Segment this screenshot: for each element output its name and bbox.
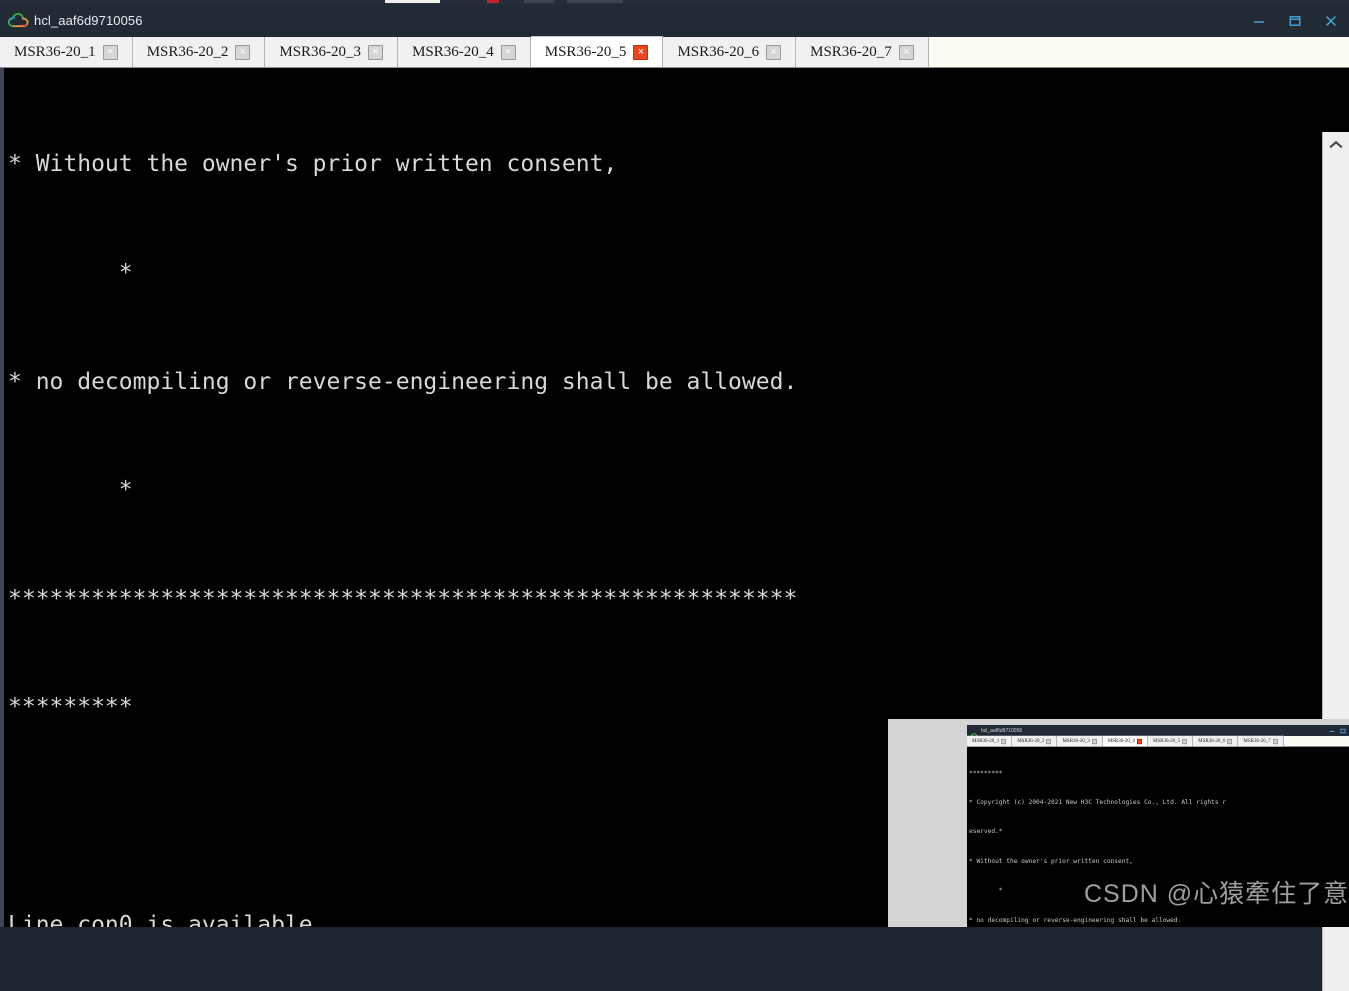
inset-tab-close-icon[interactable] xyxy=(1227,738,1233,744)
tab-msr36-20-1[interactable]: MSR36-20_1 × xyxy=(0,37,133,67)
terminal-line: * no decompiling or reverse-engineering … xyxy=(8,368,798,395)
tab-label: MSR36-20_7 xyxy=(810,43,892,60)
terminal-line: * xyxy=(8,477,133,504)
inset-console-output[interactable]: ********* * Copyright (c) 2004-2021 New … xyxy=(967,747,1349,927)
window-title: hcl_aaf6d9710056 xyxy=(34,13,143,28)
inset-tab-label: MSR36-20_7 xyxy=(1243,738,1271,744)
sliver-white-block xyxy=(385,0,440,3)
inset-title-bar[interactable]: hcl_aaf6d9710056 xyxy=(967,725,1349,740)
maximize-button[interactable] xyxy=(1277,4,1313,37)
top-edge-sliver xyxy=(0,0,1349,4)
inset-preview-window[interactable]: hcl_aaf6d9710056 MSR36-20_1 MSR36-20_2 M… xyxy=(888,719,1349,927)
tab-close-icon[interactable]: × xyxy=(766,44,782,60)
tab-label: MSR36-20_6 xyxy=(677,43,760,60)
inset-terminal-line: eserved.* xyxy=(969,828,1003,836)
inset-tab-close-icon[interactable] xyxy=(1136,738,1142,744)
inset-tab-6[interactable]: MSR36-20_6 xyxy=(1193,735,1239,747)
restore-icon xyxy=(1340,728,1346,733)
inset-tab-4[interactable]: MSR36-20_4 xyxy=(1102,735,1148,747)
terminal-line: * Without the owner's prior written cons… xyxy=(8,151,618,178)
close-icon xyxy=(1326,15,1336,26)
tab-close-icon[interactable]: × xyxy=(368,44,384,60)
tab-close-icon[interactable]: × xyxy=(898,44,914,60)
tab-msr36-20-7[interactable]: MSR36-20_7 × xyxy=(796,37,929,67)
tab-close-icon[interactable]: × xyxy=(633,44,649,60)
inset-tab-label: MSR36-20_6 xyxy=(1198,738,1226,744)
tab-msr36-20-3[interactable]: MSR36-20_3 × xyxy=(265,37,399,67)
minimize-icon xyxy=(1254,20,1264,23)
chevron-up-icon xyxy=(1329,140,1343,148)
title-bar[interactable]: hcl_aaf6d9710056 xyxy=(0,4,1349,37)
inset-tab-label: MSR36-20_3 xyxy=(1062,738,1090,744)
inset-tab-label: MSR36-20_5 xyxy=(1152,738,1181,744)
cloud-icon xyxy=(7,13,29,28)
minimize-button[interactable] xyxy=(1241,4,1277,37)
inset-tab-3[interactable]: MSR36-20_3 xyxy=(1057,735,1103,747)
inset-hcl-window: hcl_aaf6d9710056 MSR36-20_1 MSR36-20_2 M… xyxy=(967,725,1349,927)
inset-tab-label: MSR36-20_4 xyxy=(1107,738,1135,744)
tab-strip: MSR36-20_1 × MSR36-20_2 × MSR36-20_3 × M… xyxy=(0,36,1349,68)
inset-terminal-line: * Without the owner's prior written cons… xyxy=(969,857,1133,865)
tab-close-icon[interactable]: × xyxy=(102,44,118,60)
scrollbar-up-button[interactable] xyxy=(1323,132,1349,156)
inset-window-title: hcl_aaf6d9710056 xyxy=(981,727,1023,734)
window-controls xyxy=(1241,4,1349,37)
tab-msr36-20-6[interactable]: MSR36-20_6 × xyxy=(663,37,797,67)
inset-tab-strip: MSR36-20_1 MSR36-20_2 MSR36-20_3 MSR36-2… xyxy=(967,735,1349,747)
sliver-gray-block-1 xyxy=(524,0,554,3)
tab-label: MSR36-20_4 xyxy=(412,43,494,60)
inset-tab-1[interactable]: MSR36-20_1 xyxy=(967,735,1013,747)
inset-terminal-line: ********* xyxy=(969,769,1003,777)
terminal-line: ****************************************… xyxy=(8,585,798,612)
minimize-icon xyxy=(1329,730,1335,732)
inset-terminal-line: * xyxy=(969,887,1003,895)
inset-tab-close-icon[interactable] xyxy=(1091,738,1097,744)
tab-msr36-20-4[interactable]: MSR36-20_4 × xyxy=(398,37,531,67)
restore-icon xyxy=(1289,15,1301,26)
inset-terminal-line: * no decompiling or reverse-engineering … xyxy=(969,916,1182,924)
inset-tab-close-icon[interactable] xyxy=(1272,738,1278,744)
tab-close-icon[interactable]: × xyxy=(235,44,251,60)
tab-msr36-20-2[interactable]: MSR36-20_2 × xyxy=(132,37,266,67)
tab-label: MSR36-20_2 xyxy=(146,43,229,60)
tab-close-icon[interactable]: × xyxy=(500,44,516,60)
tab-strip-filler xyxy=(928,37,1349,67)
close-button[interactable] xyxy=(1313,4,1349,37)
inset-gray-panel xyxy=(888,725,967,927)
tab-label: MSR36-20_3 xyxy=(279,43,362,60)
tab-label: MSR36-20_1 xyxy=(14,43,96,60)
inset-tab-5[interactable]: MSR36-20_5 xyxy=(1147,735,1194,747)
inset-tab-close-icon[interactable] xyxy=(1182,738,1188,744)
inset-tab-2[interactable]: MSR36-20_2 xyxy=(1012,735,1058,747)
tab-label: MSR36-20_5 xyxy=(544,43,627,60)
cloud-icon xyxy=(969,727,979,740)
inset-tab-label: MSR36-20_1 xyxy=(972,738,1000,744)
title-bar-left: hcl_aaf6d9710056 xyxy=(0,13,143,28)
sliver-red-block xyxy=(487,0,499,3)
terminal-line: * xyxy=(8,260,133,286)
inset-tab-7[interactable]: MSR36-20_7 xyxy=(1238,735,1284,747)
tab-msr36-20-5[interactable]: MSR36-20_5 × xyxy=(530,36,664,67)
inset-tab-close-icon[interactable] xyxy=(1001,738,1007,744)
inset-window-controls xyxy=(1329,725,1349,736)
sliver-gray-block-2 xyxy=(567,0,623,3)
inset-terminal-line: * Copyright (c) 2004-2021 New H3C Techno… xyxy=(969,798,1227,806)
inset-tab-label: MSR36-20_2 xyxy=(1017,738,1045,744)
inset-tab-close-icon[interactable] xyxy=(1046,738,1052,744)
